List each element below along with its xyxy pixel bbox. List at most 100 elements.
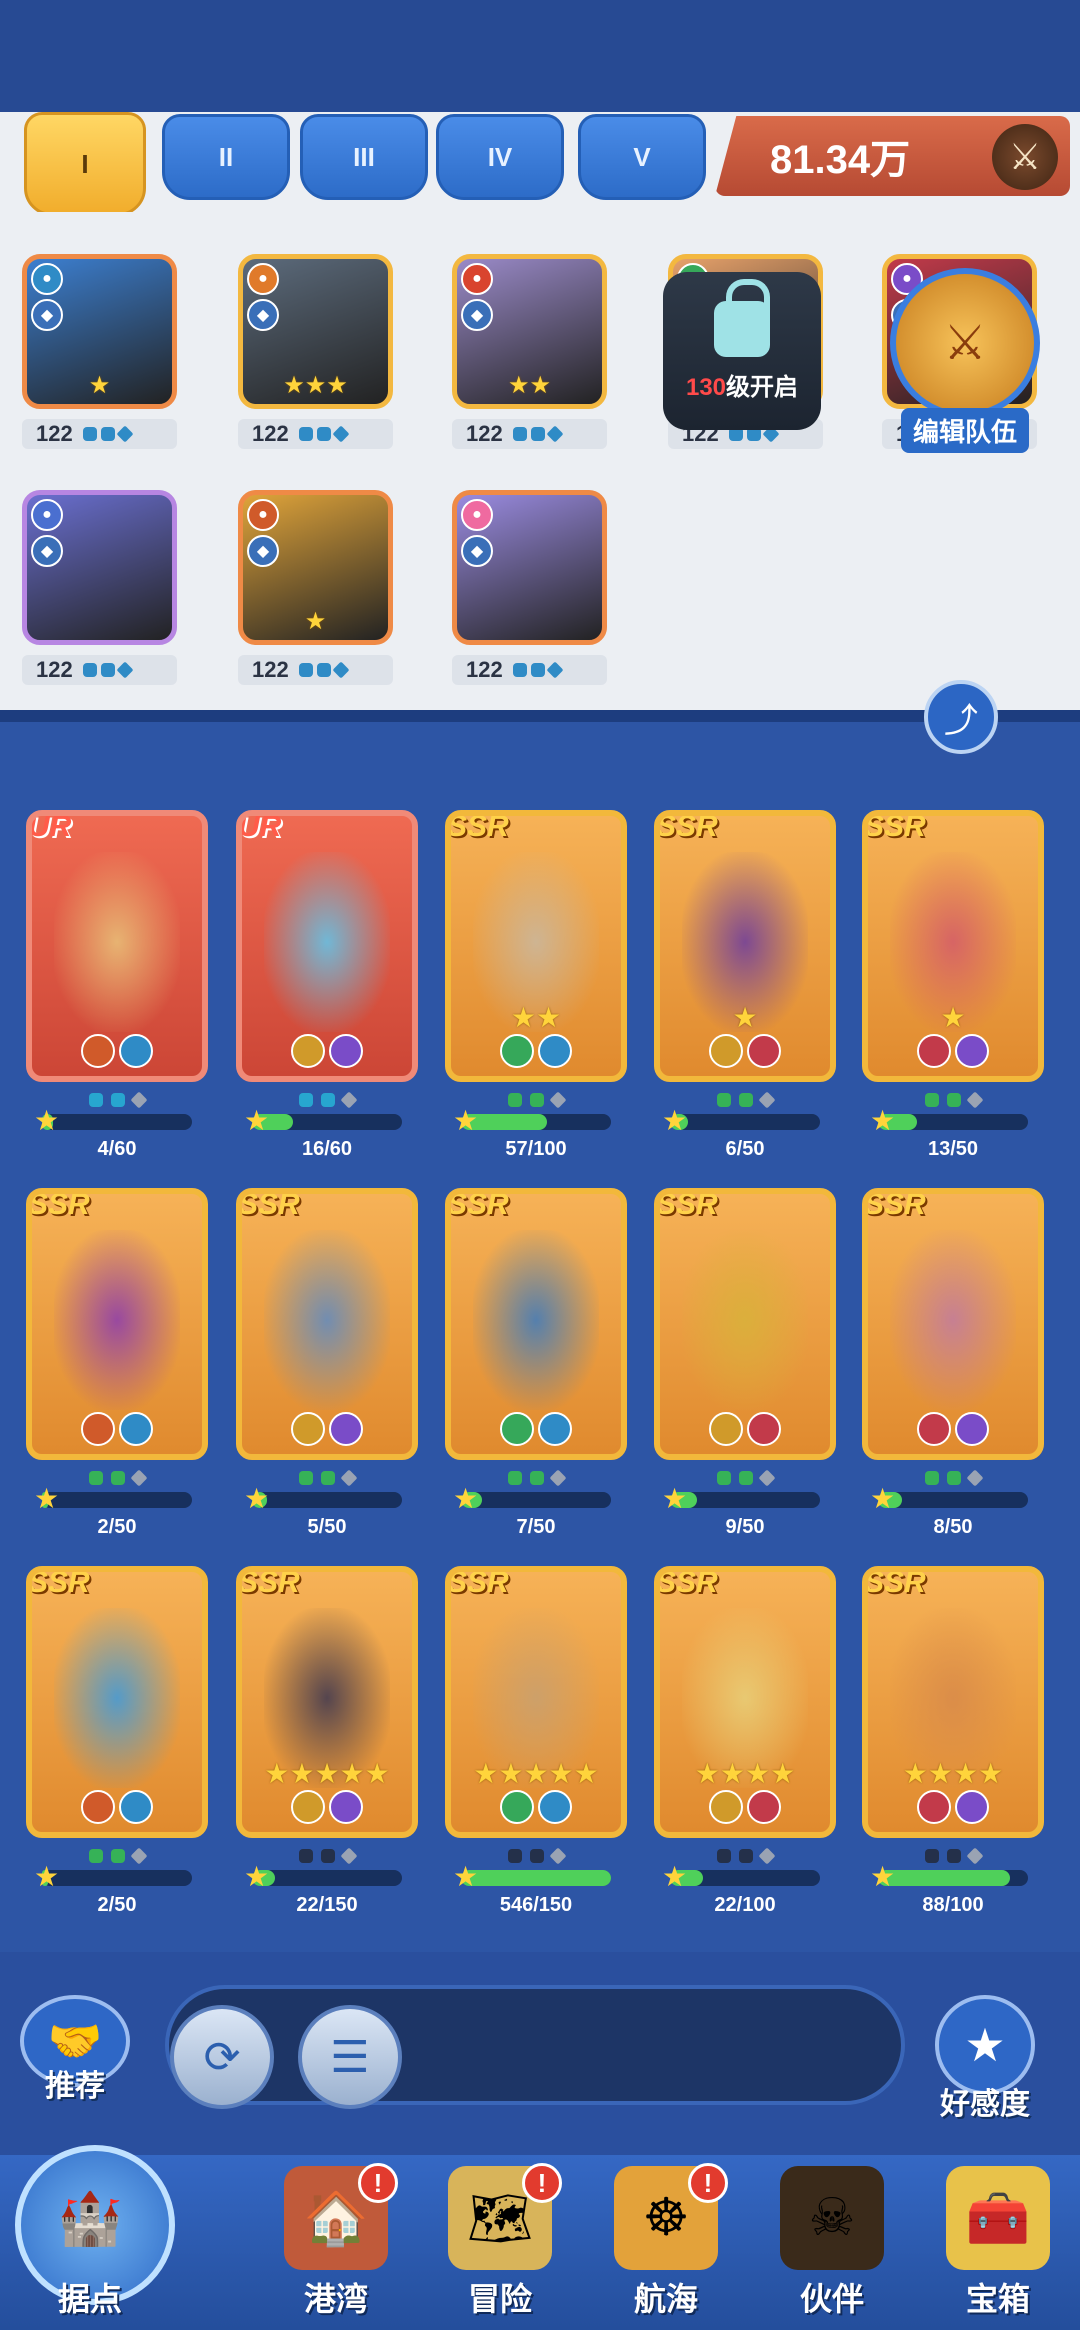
team-slot[interactable]: ● ◆ ★★★ 122 — [238, 254, 393, 449]
tab-formation-3[interactable]: III — [300, 114, 428, 200]
recommend-label: 推荐 — [45, 2070, 105, 2103]
shard-progress-bar: ★ — [870, 1861, 1028, 1892]
share-button[interactable]: ⤴ — [924, 680, 998, 754]
hero-tags — [868, 1034, 1038, 1068]
hero-level-bar: 122 — [452, 655, 607, 685]
hero-tags — [242, 1412, 412, 1446]
hero-card[interactable]: SSR ★ 2/50 — [26, 1188, 208, 1539]
hero-card[interactable]: SSR ★ 9/50 — [654, 1188, 836, 1539]
hero-card[interactable]: SSR ★ 2/50 — [26, 1566, 208, 1917]
shard-count: 88/100 — [922, 1894, 984, 1916]
class-icon — [329, 1412, 363, 1446]
hero-card[interactable]: SSR ★★★★ ★ 88/100 — [862, 1566, 1044, 1917]
shard-progress-bar: ★ — [662, 1483, 820, 1514]
hero-stars: ★★★★ — [694, 1758, 796, 1789]
faction-icon — [81, 1034, 115, 1068]
hero-figure — [54, 1608, 180, 1788]
faction-icon — [291, 1034, 325, 1068]
class-icon — [955, 1790, 989, 1824]
locked-slot[interactable]: 130级开启 — [663, 272, 821, 430]
rarity-badge: UR — [238, 810, 282, 843]
recommend-button[interactable]: 🤝 推荐 — [20, 1995, 130, 2105]
nav-item[interactable]: 🗺 冒险! — [420, 2155, 580, 2330]
tab-formation-5[interactable]: V — [578, 114, 706, 200]
nav-item[interactable]: 🏠 港湾! — [256, 2155, 416, 2330]
swap-button[interactable]: ⟳ — [170, 2005, 274, 2109]
hero-level: 122 — [36, 421, 73, 446]
faction-icon: ● — [31, 499, 63, 531]
rarity-badge: SSR — [656, 1566, 718, 1599]
hero-level-bar: 122 — [452, 419, 607, 449]
hero-card[interactable]: SSR ★ ★ 13/50 — [862, 810, 1044, 1161]
bottom-nav: 🏰 据点 🏠 港湾! 🗺 冒险! ☸ 航海! ☠ 伙伴 🧰 宝箱 — [0, 2145, 1080, 2330]
notification-badge: ! — [688, 2163, 728, 2203]
faction-icon: ● — [247, 263, 279, 295]
shard-progress-bar: ★ — [662, 1105, 820, 1136]
faction-icon — [81, 1790, 115, 1824]
gem-slots — [512, 661, 564, 679]
hero-stars: ★★ — [507, 372, 552, 399]
tab-formation-1[interactable]: I — [24, 112, 146, 216]
hero-card[interactable]: SSR ★ ★ 6/50 — [654, 810, 836, 1161]
hero-card[interactable]: SSR ★★ ★ 57/100 — [445, 810, 627, 1161]
hero-tags — [868, 1412, 1038, 1446]
team-slot[interactable]: ● ◆ ★ 122 — [22, 254, 177, 449]
hero-portrait: ● ◆ — [22, 490, 177, 645]
team-slot[interactable]: ● ◆ ★★122 — [452, 254, 607, 449]
hero-art: SSR ★★★★ — [862, 1566, 1044, 1838]
team-slot[interactable]: ● ◆ ★ 122 — [238, 490, 393, 685]
shard-star-icon: ★ — [662, 1483, 688, 1514]
class-icon: ◆ — [461, 299, 493, 331]
hero-card[interactable]: SSR ★ 7/50 — [445, 1188, 627, 1539]
hero-tags — [868, 1790, 1038, 1824]
rarity-badge: SSR — [238, 1188, 300, 1221]
nav-item[interactable]: ☸ 航海! — [586, 2155, 746, 2330]
hero-tags — [451, 1034, 621, 1068]
favor-button[interactable]: ★ 好感度 — [935, 1995, 1035, 2123]
shard-star-icon: ★ — [453, 1861, 479, 1892]
locked-slot-label: 130级开启 — [686, 367, 798, 402]
nav-label: 航海 — [633, 2281, 698, 2317]
team-power: 81.34万 ⚔ — [715, 116, 1070, 196]
team-slot[interactable]: ● ◆ 122 — [22, 490, 177, 685]
hero-card[interactable]: UR ★ 4/60 — [26, 810, 208, 1161]
edit-team-button[interactable]: ⚔ 编辑队伍 — [870, 268, 1060, 468]
hero-card[interactable]: SSR ★★★★★ ★ 546/150 — [445, 1566, 627, 1917]
faction-icon — [500, 1412, 534, 1446]
hero-card[interactable]: SSR ★ 8/50 — [862, 1188, 1044, 1539]
hero-roster: UR ★ 4/60 UR ★ 16/60 SSR ★★ ★ 57/100 SSR ★ ★ 6/50 SSR ★… — [0, 722, 1080, 1952]
nav-item[interactable]: ☠ 伙伴 — [752, 2155, 912, 2330]
hero-figure — [54, 852, 180, 1032]
nav-item[interactable]: 🧰 宝箱 — [918, 2155, 1078, 2330]
hero-stars: ★ — [940, 1002, 966, 1033]
shard-progress-bar: ★ — [244, 1483, 402, 1514]
nav-label: 港湾 — [303, 2281, 368, 2317]
tab-formation-4[interactable]: IV — [436, 114, 564, 200]
filter-button[interactable]: ☰ — [298, 2005, 402, 2109]
rarity-badge: SSR — [864, 810, 926, 843]
class-icon — [747, 1412, 781, 1446]
hero-stars: ★ — [732, 1002, 758, 1033]
shard-count: 57/100 — [505, 1138, 567, 1160]
hero-card[interactable]: SSR ★★★★★ ★ 22/150 — [236, 1566, 418, 1917]
hero-card[interactable]: SSR ★ 5/50 — [236, 1188, 418, 1539]
hero-tags — [451, 1412, 621, 1446]
team-slot[interactable]: ● ◆ 122 — [452, 490, 607, 685]
shard-progress-bar: ★ — [870, 1483, 1028, 1514]
divider — [0, 710, 1080, 722]
hero-card[interactable]: UR ★ 16/60 — [236, 810, 418, 1161]
faction-icon — [500, 1034, 534, 1068]
gem-slots — [82, 425, 134, 443]
rarity-badge: SSR — [864, 1566, 926, 1599]
hero-art: SSR ★★★★★ — [236, 1566, 418, 1838]
lock-icon — [714, 278, 770, 357]
nav-item[interactable]: 🏰 据点 — [10, 2125, 175, 2330]
hero-tags — [660, 1790, 830, 1824]
rarity-badge: SSR — [656, 810, 718, 843]
hero-card[interactable]: SSR ★★★★ ★ 22/100 — [654, 1566, 836, 1917]
hero-art: SSR ★ — [654, 810, 836, 1082]
fort-icon: 🏰 — [57, 2189, 123, 2248]
tab-formation-2[interactable]: II — [162, 114, 290, 200]
shard-star-icon: ★ — [34, 1861, 60, 1892]
hero-portrait: ● ◆ ★★★ — [238, 254, 393, 409]
